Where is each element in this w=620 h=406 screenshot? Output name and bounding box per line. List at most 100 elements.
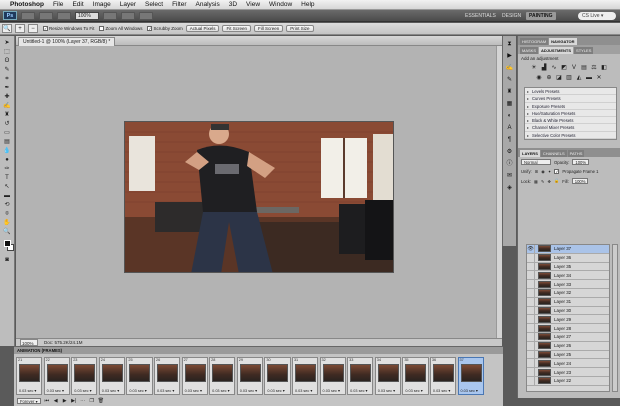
menu-image[interactable]: Image bbox=[93, 1, 111, 8]
menu-edit[interactable]: Edit bbox=[72, 1, 83, 8]
cs-live-search[interactable]: CS Live ▾ bbox=[578, 12, 616, 20]
menu-app[interactable]: Photoshop bbox=[10, 1, 44, 8]
frame-delay-select[interactable]: 0.03 sec ▾ bbox=[267, 388, 284, 393]
frame-delay-select[interactable]: 0.03 sec ▾ bbox=[212, 388, 229, 393]
posterize-icon[interactable]: ▥ bbox=[566, 75, 573, 82]
3d-rotate-tool-icon[interactable]: ⟲ bbox=[2, 201, 12, 209]
healing-tool-icon[interactable]: ✚ bbox=[2, 93, 12, 101]
preset-black-white[interactable]: Black & White Presets bbox=[525, 117, 616, 125]
gradient-tool-icon[interactable]: ▤ bbox=[2, 138, 12, 146]
lock-position-icon[interactable]: ✥ bbox=[548, 179, 552, 184]
swatches-icon[interactable]: ▦ bbox=[505, 100, 514, 108]
fill-screen-button[interactable]: Fill Screen bbox=[254, 25, 284, 32]
extras-button[interactable] bbox=[57, 11, 71, 20]
mini-bridge-button[interactable] bbox=[39, 11, 53, 20]
frame-delay-select[interactable]: 0.03 sec ▾ bbox=[129, 388, 146, 393]
3d-camera-tool-icon[interactable]: ⌾ bbox=[2, 210, 12, 218]
layer-row[interactable]: 👁 Layer 37 bbox=[527, 245, 609, 254]
layer-row[interactable]: Layer 25 bbox=[527, 350, 609, 360]
document-tab[interactable]: Untitled-1 @ 100% (Layer 37, RGB/8) * bbox=[18, 37, 116, 46]
blur-tool-icon[interactable]: 💧 bbox=[2, 147, 12, 155]
history-brush-tool-icon[interactable]: ↺ bbox=[2, 120, 12, 128]
selective-color-icon[interactable]: ✕ bbox=[596, 75, 603, 82]
quick-select-tool-icon[interactable]: ✎ bbox=[2, 66, 12, 74]
unify-style-icon[interactable]: ✦ bbox=[548, 169, 552, 174]
document-size-info[interactable]: Doc: 575.2K/24.1M bbox=[44, 339, 83, 346]
visibility-eye-icon[interactable] bbox=[527, 271, 535, 280]
animation-frame[interactable]: 33 0.03 sec ▾ bbox=[347, 357, 374, 395]
animation-frame[interactable]: 31 0.03 sec ▾ bbox=[291, 357, 319, 395]
visibility-eye-icon[interactable] bbox=[527, 297, 535, 306]
tab-paths[interactable]: PATHS bbox=[567, 150, 585, 158]
menu-select[interactable]: Select bbox=[145, 1, 163, 8]
tab-styles[interactable]: STYLES bbox=[574, 47, 594, 54]
tab-histogram[interactable]: HISTOGRAM bbox=[520, 38, 549, 45]
blend-mode-select[interactable]: Normal bbox=[521, 159, 551, 166]
preset-curves[interactable]: Curves Presets bbox=[525, 95, 616, 103]
frame-delay-select[interactable]: 0.03 sec ▾ bbox=[157, 388, 174, 393]
preset-exposure[interactable]: Exposure Presets bbox=[525, 103, 616, 110]
invert-icon[interactable]: ◪ bbox=[556, 75, 563, 82]
threshold-icon[interactable]: ◭ bbox=[576, 75, 583, 82]
zoom-tool-icon[interactable]: 🔍 bbox=[2, 228, 12, 236]
visibility-eye-icon[interactable] bbox=[527, 332, 535, 341]
arrange-documents-button[interactable] bbox=[121, 11, 135, 20]
animation-frame[interactable]: 28 0.03 sec ▾ bbox=[209, 357, 236, 395]
dodge-tool-icon[interactable]: ● bbox=[2, 156, 12, 164]
animation-frame[interactable]: 21 0.03 sec ▾ bbox=[16, 357, 43, 395]
stamp-tool-icon[interactable]: ♜ bbox=[2, 111, 12, 119]
next-frame-icon[interactable]: ▶| bbox=[71, 398, 77, 404]
workspace-design[interactable]: DESIGN bbox=[499, 12, 524, 20]
hand-tool-button[interactable] bbox=[103, 11, 117, 20]
frame-delay-select[interactable]: 0.03 sec ▾ bbox=[47, 388, 64, 393]
zoom-in-icon[interactable]: + bbox=[15, 24, 25, 33]
preset-channel-mixer[interactable]: Channel Mixer Presets bbox=[525, 124, 616, 132]
hue-saturation-icon[interactable]: ▤ bbox=[581, 65, 588, 72]
notes-icon[interactable]: ✉ bbox=[505, 172, 514, 180]
brush-presets-icon[interactable]: ✍ bbox=[505, 64, 514, 72]
animation-frame[interactable]: 35 0.03 sec ▾ bbox=[402, 357, 429, 395]
visibility-eye-icon[interactable] bbox=[527, 288, 535, 297]
marquee-tool-icon[interactable]: ⬚ bbox=[2, 48, 12, 56]
animation-frame[interactable]: 23 0.03 sec ▾ bbox=[71, 357, 98, 395]
loop-select[interactable]: Forever ▾ bbox=[17, 398, 41, 404]
visibility-eye-icon[interactable] bbox=[527, 280, 535, 289]
layer-row[interactable]: Layer 26 bbox=[527, 341, 609, 351]
frame-delay-select[interactable]: 0.03 sec ▾ bbox=[240, 388, 257, 393]
lock-pixels-icon[interactable]: ✎ bbox=[541, 179, 545, 184]
type-tool-icon[interactable]: T bbox=[2, 174, 12, 182]
animation-frame[interactable]: 36 0.03 sec ▾ bbox=[429, 357, 457, 395]
zoom-all-windows-check[interactable]: Zoom All Windows bbox=[99, 26, 142, 31]
frame-delay-select[interactable]: 0.03 sec ▾ bbox=[461, 388, 478, 393]
eraser-tool-icon[interactable]: ▭ bbox=[2, 129, 12, 137]
visibility-eye-icon[interactable] bbox=[527, 368, 535, 377]
history-icon[interactable]: ⧗ bbox=[505, 40, 514, 48]
bridge-button[interactable] bbox=[21, 11, 35, 20]
visibility-eye-icon[interactable] bbox=[527, 315, 535, 324]
document-zoom-field[interactable]: 100% bbox=[20, 339, 38, 346]
vibrance-icon[interactable]: V bbox=[571, 65, 578, 72]
hand-tool-icon[interactable]: ✋ bbox=[2, 219, 12, 227]
info-icon[interactable]: ⓘ bbox=[505, 160, 514, 168]
tab-navigator[interactable]: NAVIGATOR bbox=[549, 38, 577, 45]
tween-icon[interactable]: ⋯ bbox=[80, 398, 86, 404]
layer-row[interactable]: Layer 29 bbox=[527, 315, 609, 325]
visibility-eye-icon[interactable] bbox=[527, 324, 535, 333]
preset-levels[interactable]: Levels Presets bbox=[525, 88, 616, 96]
duplicate-frame-icon[interactable]: ❐ bbox=[89, 398, 95, 404]
color-icon[interactable]: ◐ bbox=[505, 112, 514, 120]
levels-icon[interactable]: ▟ bbox=[541, 65, 548, 72]
visibility-eye-icon[interactable] bbox=[527, 376, 535, 385]
animation-frame[interactable]: 27 0.03 sec ▾ bbox=[181, 357, 208, 395]
clone-source-icon[interactable]: ♜ bbox=[505, 88, 514, 96]
frame-delay-select[interactable]: 0.03 sec ▾ bbox=[378, 388, 395, 393]
animation-tab[interactable]: ANIMATION (FRAMES) bbox=[14, 347, 503, 354]
animation-frame[interactable]: 25 0.03 sec ▾ bbox=[126, 357, 153, 395]
black-white-icon[interactable]: ◧ bbox=[601, 65, 608, 72]
visibility-eye-icon[interactable] bbox=[527, 306, 535, 315]
layer-row[interactable]: Layer 31 bbox=[527, 297, 609, 307]
frame-delay-select[interactable]: 0.03 sec ▾ bbox=[19, 388, 36, 393]
frame-delay-select[interactable]: 0.03 sec ▾ bbox=[185, 388, 202, 393]
unify-visibility-icon[interactable]: ◉ bbox=[541, 169, 545, 174]
animation-frame[interactable]: 26 0.03 sec ▾ bbox=[153, 357, 181, 395]
